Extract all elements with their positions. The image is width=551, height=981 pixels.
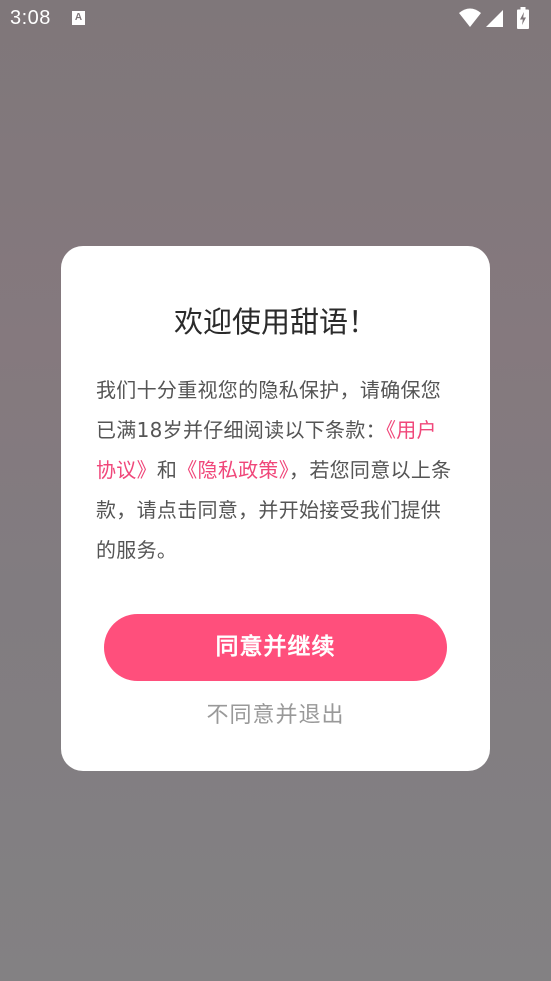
status-bar: 3:08 A xyxy=(0,0,551,38)
welcome-dialog: 欢迎使用甜语！ 我们十分重视您的隐私保护，请确保您已满18岁并仔细阅读以下条款：… xyxy=(61,246,490,771)
disagree-and-exit-button[interactable]: 不同意并退出 xyxy=(61,698,490,734)
status-time: 3:08 xyxy=(10,7,51,29)
dialog-title: 欢迎使用甜语！ xyxy=(173,305,377,339)
battery-charging-icon xyxy=(517,7,529,29)
wifi-icon xyxy=(459,8,481,27)
status-icons xyxy=(459,7,539,29)
notification-a-icon: A xyxy=(72,11,85,25)
cellular-signal-icon xyxy=(486,10,503,27)
body-text-conjunction: 和 xyxy=(156,458,178,482)
privacy-policy-link[interactable]: 《隐私政策》 xyxy=(177,458,289,482)
dialog-body: 我们十分重视您的隐私保护，请确保您已满18岁并仔细阅读以下条款：《用户协议》和《… xyxy=(96,370,456,570)
agree-and-continue-button[interactable]: 同意并继续 xyxy=(104,614,447,681)
